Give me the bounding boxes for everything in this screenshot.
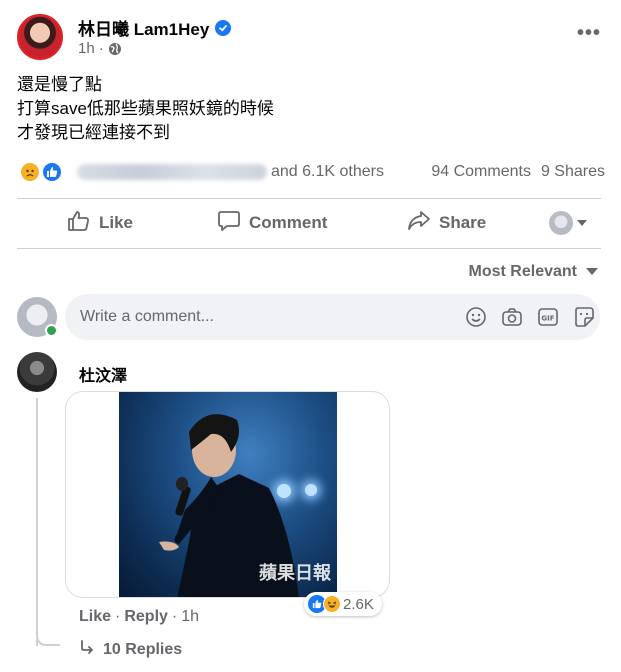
caret-down-icon xyxy=(576,214,588,232)
divider xyxy=(17,248,601,249)
comment-placeholder: Write a comment... xyxy=(80,308,214,325)
divider xyxy=(17,198,601,199)
comment-label: Comment xyxy=(249,213,328,232)
view-replies-link[interactable]: 10 Replies xyxy=(79,639,182,660)
reactors-count[interactable]: and 6.1K others xyxy=(271,163,384,181)
sort-label: Most Relevant xyxy=(468,263,577,280)
reply-arrow-icon xyxy=(79,639,95,660)
more-options-icon[interactable]: ••• xyxy=(577,22,601,45)
composer-tools: GIF xyxy=(465,306,595,328)
like-reaction-icon xyxy=(41,161,63,183)
reply-thread-elbow xyxy=(36,630,60,646)
comment-photo-frame[interactable]: 蘋果日報 xyxy=(65,391,390,598)
post-meta: 1h · xyxy=(78,40,122,57)
replies-label: 10 Replies xyxy=(103,640,183,658)
post-text-line: 打算save低那些蘋果照妖鏡的時候 xyxy=(17,99,274,118)
mini-avatar xyxy=(549,211,573,235)
reply-thread-line xyxy=(36,398,38,646)
thumbs-up-icon xyxy=(67,210,91,237)
comment-photo[interactable]: 蘋果日報 xyxy=(119,392,337,597)
share-arrow-icon xyxy=(407,210,431,237)
caret-down-icon xyxy=(585,263,599,281)
globe-icon[interactable] xyxy=(108,42,122,56)
author-name-row: 林日曦 Lam1Hey xyxy=(78,15,232,40)
sad-reaction-icon xyxy=(19,161,41,183)
author-avatar[interactable] xyxy=(17,14,63,60)
gif-icon[interactable]: GIF xyxy=(537,306,559,328)
comment-reaction-count: 2.6K xyxy=(343,595,374,613)
share-label: Share xyxy=(439,213,487,232)
sticker-icon[interactable] xyxy=(573,306,595,328)
svg-text:GIF: GIF xyxy=(541,315,554,323)
haha-reaction-icon xyxy=(323,595,341,613)
post-text-line: 還是慢了點 xyxy=(17,75,102,94)
comments-count[interactable]: 94 Comments xyxy=(431,163,531,181)
comment-composer: Write a comment... GIF xyxy=(17,294,607,340)
comment-sort-selector[interactable]: Most Relevant xyxy=(469,263,599,281)
comment-reply-link[interactable]: Reply xyxy=(124,608,168,626)
comment-reactions[interactable]: 2.6K xyxy=(304,592,382,616)
post-header: 林日曦 Lam1Hey 1h · ••• xyxy=(17,12,607,62)
photo-watermark: 蘋果日報 xyxy=(259,563,331,584)
online-status-indicator xyxy=(45,324,58,337)
action-separator: · xyxy=(171,608,178,625)
comment-bubble-icon xyxy=(217,210,241,237)
shares-count[interactable]: 9 Shares xyxy=(541,163,605,181)
reaction-icons[interactable] xyxy=(17,160,67,184)
post-stats: 94 Comments 9 Shares xyxy=(431,163,605,181)
meta-separator: · xyxy=(98,40,104,57)
post-time[interactable]: 1h xyxy=(78,40,95,57)
camera-icon[interactable] xyxy=(501,306,523,328)
comment: 杜汶澤 蘋果日報 2.6K Like · Reply · 1h 10 Repli… xyxy=(17,352,607,662)
reactions-summary: and 6.1K others 94 Comments 9 Shares xyxy=(17,158,607,186)
verified-badge-icon xyxy=(215,19,232,36)
commenter-avatar[interactable] xyxy=(17,352,57,392)
commenter-name[interactable]: 杜汶澤 xyxy=(79,362,127,386)
comment-actions: Like · Reply · 1h xyxy=(79,608,199,626)
action-separator: · xyxy=(115,608,121,625)
share-button[interactable]: Share xyxy=(407,210,486,237)
like-button[interactable]: Like xyxy=(67,210,133,237)
reaction-audience-selector[interactable] xyxy=(549,211,588,235)
like-label: Like xyxy=(99,213,134,232)
comment-like-link[interactable]: Like xyxy=(79,608,111,626)
post-text: 還是慢了點 打算save低那些蘋果照妖鏡的時候 才發現已經連接不到 xyxy=(17,73,274,145)
emoji-icon[interactable] xyxy=(465,306,487,328)
author-name[interactable]: 林日曦 Lam1Hey xyxy=(78,15,209,40)
comment-time[interactable]: 1h xyxy=(181,608,199,626)
action-bar: Like Comment Share xyxy=(17,200,607,246)
blurred-reactor-names xyxy=(77,164,267,180)
post-text-line: 才發現已經連接不到 xyxy=(17,123,170,142)
comment-button[interactable]: Comment xyxy=(217,210,327,237)
